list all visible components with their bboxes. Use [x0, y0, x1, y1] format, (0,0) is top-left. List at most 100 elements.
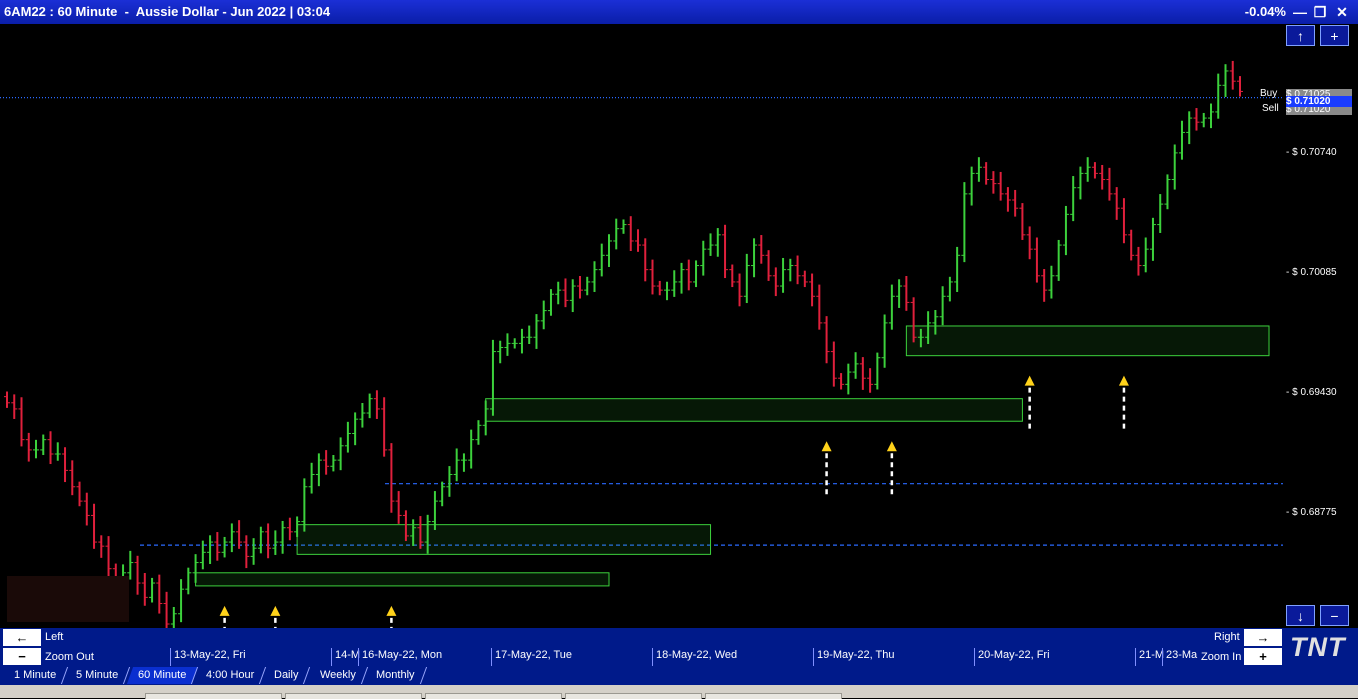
ohlc-bar — [18, 397, 25, 447]
ohlc-bar — [961, 182, 968, 263]
zoom-in-button[interactable]: + — [1244, 648, 1282, 665]
dark-panel — [7, 576, 129, 622]
ohlc-bar — [1200, 112, 1207, 128]
ohlc-bar — [576, 275, 583, 299]
price-chart[interactable] — [0, 24, 1358, 628]
ohlc-bar — [1004, 187, 1011, 212]
minimize-icon[interactable]: — — [1292, 4, 1308, 20]
ohlc-bar — [598, 243, 605, 277]
shrink-button[interactable]: − — [1320, 605, 1349, 626]
ohlc-bar — [337, 437, 344, 471]
ohlc-bar — [1106, 167, 1113, 201]
ohlc-bar — [1048, 265, 1055, 299]
status-panel — [425, 693, 562, 699]
date-label: 16-May-22, Mon — [358, 648, 442, 666]
price-tick: - $ 0.70740 — [1286, 147, 1337, 158]
ohlc-bar — [678, 262, 685, 294]
ohlc-bar — [243, 535, 250, 569]
tab-5-minute[interactable]: 5 Minute — [64, 667, 131, 684]
ohlc-bar — [642, 238, 649, 282]
ohlc-bar — [1070, 176, 1077, 222]
percent-change: -0.04% — [1244, 4, 1286, 19]
ohlc-bar — [903, 275, 910, 311]
ohlc-bar — [91, 503, 98, 549]
date-label: 20-May-22, Fri — [974, 648, 1050, 666]
ohlc-bar — [1077, 166, 1084, 200]
status-panel — [565, 693, 702, 699]
ohlc-bar — [620, 219, 627, 234]
zoom-out-button[interactable]: − — [3, 648, 41, 665]
ohlc-bar — [511, 338, 518, 349]
ohlc-bar — [613, 218, 620, 250]
ohlc-bar — [178, 579, 185, 623]
ohlc-bar — [939, 286, 946, 326]
ohlc-bar — [11, 394, 18, 419]
ohlc-bar — [526, 325, 533, 345]
ohlc-bar — [388, 443, 395, 513]
ohlc-bar — [1099, 164, 1106, 190]
ohlc-bar — [1041, 269, 1048, 302]
ohlc-bar — [830, 341, 837, 387]
ohlc-bar — [1019, 203, 1026, 240]
ohlc-bar — [257, 526, 264, 554]
tab-60-minute[interactable]: 60 Minute — [126, 667, 199, 684]
tab-monthly[interactable]: Monthly — [364, 667, 427, 684]
ohlc-bar — [838, 373, 845, 390]
date-label: 19-May-22, Thu — [813, 648, 894, 666]
ohlc-bar — [228, 523, 235, 553]
tab-daily[interactable]: Daily — [262, 667, 311, 684]
ohlc-bar — [729, 264, 736, 288]
buy-label: Buy — [1260, 88, 1278, 99]
ohlc-bar — [954, 246, 961, 292]
ohlc-bar — [265, 523, 272, 559]
ohlc-bar — [758, 235, 765, 264]
zone-rect — [296, 524, 712, 555]
ohlc-bar — [1222, 64, 1229, 97]
ohlc-bar — [518, 328, 525, 354]
signal-arrow — [1118, 375, 1129, 431]
signal-arrow — [386, 605, 397, 628]
scroll-down-button[interactable]: ↓ — [1286, 605, 1315, 626]
date-label: 18-May-22, Wed — [652, 648, 737, 666]
ohlc-bar — [555, 281, 562, 305]
right-arrow-button[interactable]: → — [1244, 629, 1282, 646]
ohlc-bar — [736, 273, 743, 307]
ohlc-bar — [163, 591, 170, 628]
ohlc-bar — [141, 572, 148, 606]
ohlc-bar — [1142, 237, 1149, 273]
ohlc-bar — [286, 517, 293, 541]
ohlc-bar — [881, 314, 888, 368]
ohlc-bar — [236, 520, 243, 549]
ohlc-bar — [468, 429, 475, 469]
status-panel — [145, 693, 282, 699]
ohlc-bar — [997, 171, 1004, 201]
ohlc-bar — [656, 280, 663, 296]
ohlc-bar — [707, 233, 714, 256]
ohlc-bar — [54, 442, 61, 461]
ohlc-bar — [1215, 73, 1222, 119]
ohlc-bar — [98, 535, 105, 558]
window-title: 6AM22 : 60 Minute - Aussie Dollar - Jun … — [4, 4, 331, 19]
ohlc-bar — [533, 314, 540, 349]
zoom-out-label: Zoom Out — [45, 651, 94, 663]
signal-arrow — [821, 441, 832, 497]
ohlc-bar — [983, 162, 990, 185]
tab-weekly[interactable]: Weekly — [308, 667, 368, 684]
ohlc-bar — [1091, 162, 1098, 179]
ohlc-bar — [446, 466, 453, 497]
ohlc-bar — [591, 261, 598, 292]
ohlc-bar — [33, 439, 40, 459]
left-arrow-button[interactable]: ← — [3, 629, 41, 646]
restore-icon[interactable]: ❐ — [1312, 4, 1328, 20]
expand-button[interactable]: + — [1320, 25, 1349, 46]
scroll-up-button[interactable]: ↑ — [1286, 25, 1315, 46]
ohlc-bar — [62, 447, 69, 483]
ohlc-bar — [272, 530, 279, 555]
ohlc-bar — [685, 259, 692, 291]
tab-4-hour[interactable]: 4:00 Hour — [194, 667, 267, 684]
ohlc-bar — [990, 171, 997, 194]
tab-1-minute[interactable]: 1 Minute — [2, 667, 69, 684]
close-icon[interactable]: ✕ — [1334, 4, 1350, 20]
ohlc-bar — [794, 255, 801, 285]
ohlc-bar — [968, 166, 975, 206]
